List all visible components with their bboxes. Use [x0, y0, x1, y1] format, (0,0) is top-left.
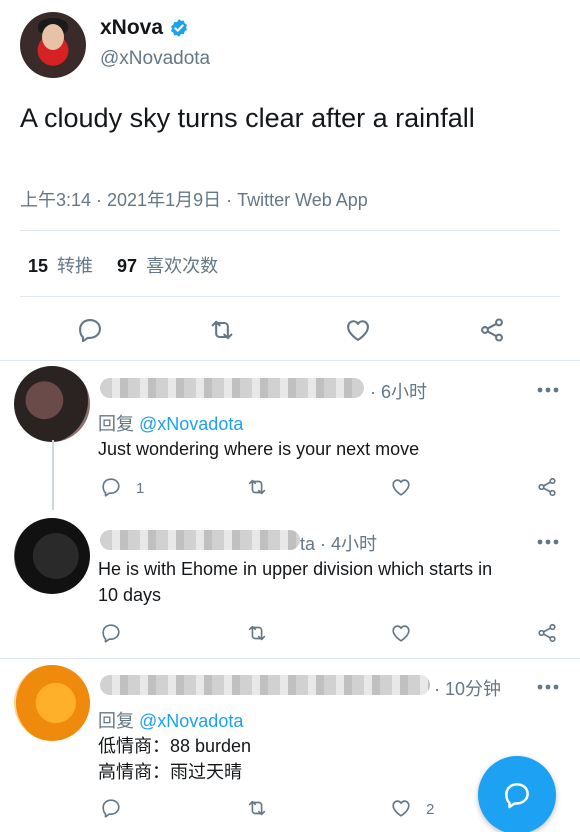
heart-icon: [392, 800, 410, 817]
heart-icon: [347, 320, 369, 341]
avatar[interactable]: [14, 665, 90, 741]
reply-button[interactable]: [100, 797, 122, 819]
reply-icon: [102, 799, 120, 818]
divider: [0, 360, 580, 361]
tweet-stats: 15 转推 97 喜欢次数: [28, 252, 218, 278]
retweets-count: 15: [28, 256, 49, 276]
more-icon[interactable]: [536, 380, 560, 400]
reply-text: Just wondering where is your next move: [98, 436, 548, 462]
divider: [20, 230, 560, 231]
retweet-button[interactable]: [208, 316, 236, 344]
divider: [20, 296, 560, 297]
tweet-text: A cloudy sky turns clear after a rainfal…: [20, 103, 475, 133]
reply-text-line: He is with Ehome in upper division which…: [98, 559, 493, 579]
share-icon: [538, 477, 556, 497]
blurred-username: [100, 675, 430, 695]
reply-text: 低情商：88 burden 高情商：雨过天晴: [98, 733, 548, 785]
share-icon: [538, 623, 556, 643]
like-button[interactable]: [390, 622, 412, 644]
verified-badge-icon: [171, 19, 187, 37]
more-icon[interactable]: [536, 677, 560, 697]
like-button[interactable]: [390, 476, 412, 498]
retweets-stat[interactable]: 15 转推: [28, 252, 93, 278]
display-name[interactable]: xNova: [100, 16, 163, 40]
retweet-icon: [248, 625, 266, 641]
retweet-button[interactable]: [246, 797, 268, 819]
reply-item[interactable]: · 6小时 回复 @xNovadota Just wondering where…: [0, 362, 580, 512]
like-button[interactable]: [390, 797, 412, 819]
replying-to: 回复 @xNovadota: [98, 707, 243, 733]
share-icon: [481, 318, 503, 342]
compose-reply-icon: [505, 783, 529, 809]
like-count: 2: [426, 801, 435, 818]
retweet-button[interactable]: [246, 476, 268, 498]
retweet-button[interactable]: [246, 622, 268, 644]
reply-icon: [79, 319, 101, 343]
thread-line: [52, 440, 54, 510]
reply-text-line: 低情商：88 burden: [98, 736, 252, 756]
avatar[interactable]: [14, 366, 90, 442]
reply-count: 1: [136, 480, 145, 497]
retweet-icon: [211, 320, 233, 340]
reply-button[interactable]: [100, 476, 122, 498]
reply-text-line: 10 days: [98, 585, 162, 605]
likes-count: 97: [117, 256, 138, 276]
share-button[interactable]: [536, 476, 558, 498]
reply-text-line: Just wondering where is your next move: [98, 439, 420, 459]
reply-icon: [102, 478, 120, 497]
retweets-label: 转推: [57, 256, 94, 276]
share-button[interactable]: [478, 316, 506, 344]
avatar[interactable]: [14, 518, 90, 594]
user-handle[interactable]: @xNovadota: [100, 48, 210, 70]
likes-stat[interactable]: 97 喜欢次数: [117, 252, 218, 278]
tweet-action-bar: [0, 306, 580, 354]
likes-label: 喜欢次数: [146, 256, 219, 276]
retweet-icon: [248, 479, 266, 495]
more-icon[interactable]: [536, 532, 560, 552]
reply-time: · 6小时: [370, 382, 428, 402]
reply-time: ta · 4小时: [300, 534, 378, 554]
blurred-username: [100, 530, 300, 550]
blurred-username: [100, 378, 364, 398]
avatar[interactable]: [20, 12, 86, 78]
retweet-icon: [248, 800, 266, 816]
tweet-header: xNova @xNovadota: [20, 12, 560, 78]
share-button[interactable]: [536, 622, 558, 644]
reply-time: · 10分钟: [434, 679, 502, 699]
reply-text: He is with Ehome in upper division which…: [98, 556, 548, 608]
replying-prefix: 回复: [98, 711, 134, 731]
replying-prefix: 回复: [98, 414, 134, 434]
name-row[interactable]: xNova: [100, 16, 189, 40]
mention-link[interactable]: @xNovadota: [139, 414, 243, 434]
reply-icon: [102, 624, 120, 643]
compose-reply-button[interactable]: [478, 756, 556, 832]
reply-button[interactable]: [100, 622, 122, 644]
reply-button[interactable]: [76, 316, 104, 344]
like-button[interactable]: [344, 316, 372, 344]
avatar-face: [42, 24, 64, 50]
replying-to: 回复 @xNovadota: [98, 410, 243, 436]
tweet-meta[interactable]: 上午3:14 · 2021年1月9日 · Twitter Web App: [20, 186, 368, 212]
reply-item[interactable]: ta · 4小时 He is with Ehome in upper divis…: [0, 512, 580, 658]
heart-icon: [392, 479, 410, 496]
heart-icon: [392, 625, 410, 642]
mention-link[interactable]: @xNovadota: [139, 711, 243, 731]
